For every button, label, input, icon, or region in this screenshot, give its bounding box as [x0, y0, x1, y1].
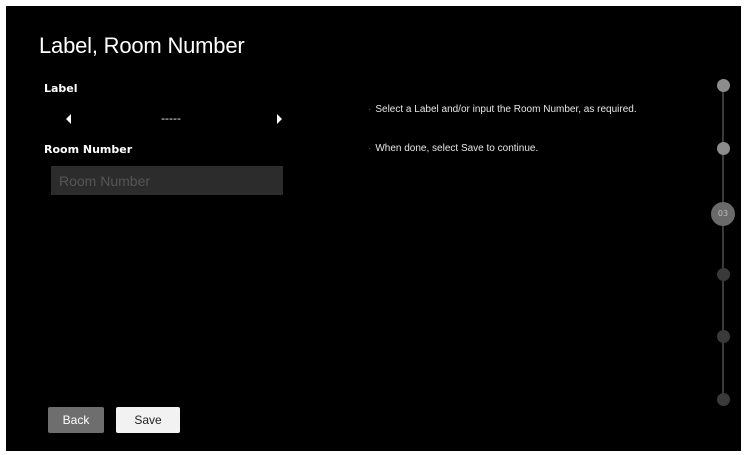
step-2[interactable]	[717, 142, 730, 155]
setup-screen: Label, Room Number Label ----- Room Numb…	[6, 6, 741, 451]
help-line-1: Select a Label and/or input the Room Num…	[375, 104, 637, 115]
step-3-current[interactable]: 03	[711, 202, 735, 226]
room-number-input[interactable]	[51, 166, 283, 195]
help-bullet-2: ·	[368, 143, 372, 154]
triangle-right-icon[interactable]	[277, 114, 282, 124]
save-button[interactable]: Save	[116, 407, 180, 433]
page-title: Label, Room Number	[39, 33, 245, 58]
step-4[interactable]	[717, 268, 730, 281]
step-5[interactable]	[717, 330, 730, 343]
help-text-2: · When done, select Save to continue.	[368, 143, 538, 154]
label-selector[interactable]: -----	[58, 110, 284, 130]
back-button[interactable]: Back	[48, 407, 104, 433]
label-value: -----	[161, 112, 181, 125]
stepper-track	[722, 87, 724, 401]
help-bullet-1: ·	[368, 104, 372, 115]
step-1[interactable]	[717, 79, 730, 92]
room-number-heading: Room Number	[44, 143, 133, 156]
label-heading: Label	[44, 82, 78, 95]
help-line-2: When done, select Save to continue.	[375, 143, 539, 154]
step-6[interactable]	[717, 393, 730, 406]
help-text-1: · Select a Label and/or input the Room Nu…	[368, 104, 637, 115]
